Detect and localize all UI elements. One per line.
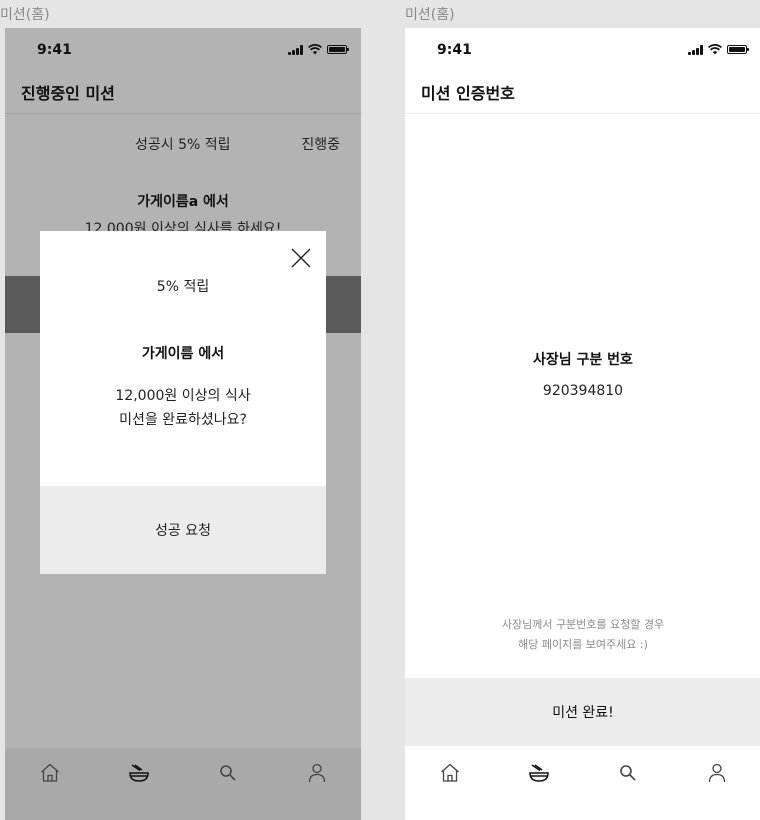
owner-code-value: 920394810 bbox=[542, 383, 624, 399]
home-icon bbox=[440, 763, 459, 782]
status-icons bbox=[288, 44, 349, 55]
store-name: 가게이름a 에서 bbox=[137, 194, 229, 210]
battery-icon bbox=[327, 45, 349, 54]
modal-reward-text: 5% 적립 bbox=[156, 279, 210, 295]
notice-line-1: 사장님께서 구분번호를 요청할 경우 bbox=[501, 618, 665, 631]
search-icon bbox=[619, 765, 636, 781]
header-divider bbox=[5, 113, 361, 114]
status-bar: 9:41 bbox=[5, 28, 361, 72]
tab-bar bbox=[405, 748, 760, 820]
reward-text: 성공시 5% 적립 bbox=[135, 137, 231, 153]
bowl-icon bbox=[128, 764, 149, 782]
tab-bar bbox=[5, 748, 361, 820]
frame-label-right: 미션(홈) bbox=[405, 7, 455, 23]
tab-search[interactable] bbox=[608, 758, 648, 788]
mission-status-text: 진행중 bbox=[301, 137, 340, 153]
tab-mission[interactable] bbox=[519, 758, 559, 788]
home-icon bbox=[40, 763, 59, 782]
notice-line-2: 해당 페이지를 보여주세요 :) bbox=[518, 638, 648, 651]
battery-icon bbox=[727, 45, 749, 54]
status-time: 9:41 bbox=[37, 42, 72, 58]
header-divider bbox=[405, 113, 760, 114]
modal-mission-line-1: 12,000원 이상의 식사 bbox=[115, 388, 251, 404]
mission-complete-button[interactable]: 미션 완료! bbox=[405, 678, 760, 746]
phone-screen-mission-in-progress: 9:41 진행중인 미션 성공시 5% 적립 진행중 가게이름a 에서 12,0… bbox=[5, 28, 361, 820]
search-icon bbox=[219, 765, 236, 781]
success-request-button[interactable]: 성공 요청 bbox=[40, 486, 326, 574]
status-time: 9:41 bbox=[437, 42, 472, 58]
status-bar: 9:41 bbox=[405, 28, 760, 72]
person-icon bbox=[708, 763, 725, 783]
person-icon bbox=[308, 763, 325, 783]
status-icons bbox=[688, 44, 749, 55]
phone-screen-mission-code: 9:41 미션 인증번호 사장님 구분 번호 920394810 사장님께서 구… bbox=[405, 28, 760, 820]
frame-label-left: 미션(홈) bbox=[0, 7, 50, 23]
tab-profile[interactable] bbox=[697, 758, 737, 788]
wifi-icon bbox=[708, 44, 722, 55]
tab-search[interactable] bbox=[208, 758, 248, 788]
tab-mission[interactable] bbox=[119, 758, 159, 788]
modal-store-name: 가게이름 에서 bbox=[141, 346, 225, 362]
modal-mission-line-2: 미션을 완료하셨나요? bbox=[119, 412, 247, 428]
tab-home[interactable] bbox=[430, 758, 470, 788]
signal-icon bbox=[688, 44, 703, 55]
close-icon[interactable] bbox=[290, 247, 312, 269]
page-title: 미션 인증번호 bbox=[421, 84, 515, 103]
tab-home[interactable] bbox=[30, 758, 70, 788]
mission-complete-modal: 5% 적립 가게이름 에서 12,000원 이상의 식사 미션을 완료하셨나요?… bbox=[40, 231, 326, 574]
wifi-icon bbox=[308, 44, 322, 55]
owner-code-label: 사장님 구분 번호 bbox=[533, 352, 633, 368]
bowl-icon bbox=[528, 764, 549, 782]
tab-profile[interactable] bbox=[297, 758, 337, 788]
signal-icon bbox=[288, 44, 303, 55]
page-title: 진행중인 미션 bbox=[21, 84, 115, 103]
